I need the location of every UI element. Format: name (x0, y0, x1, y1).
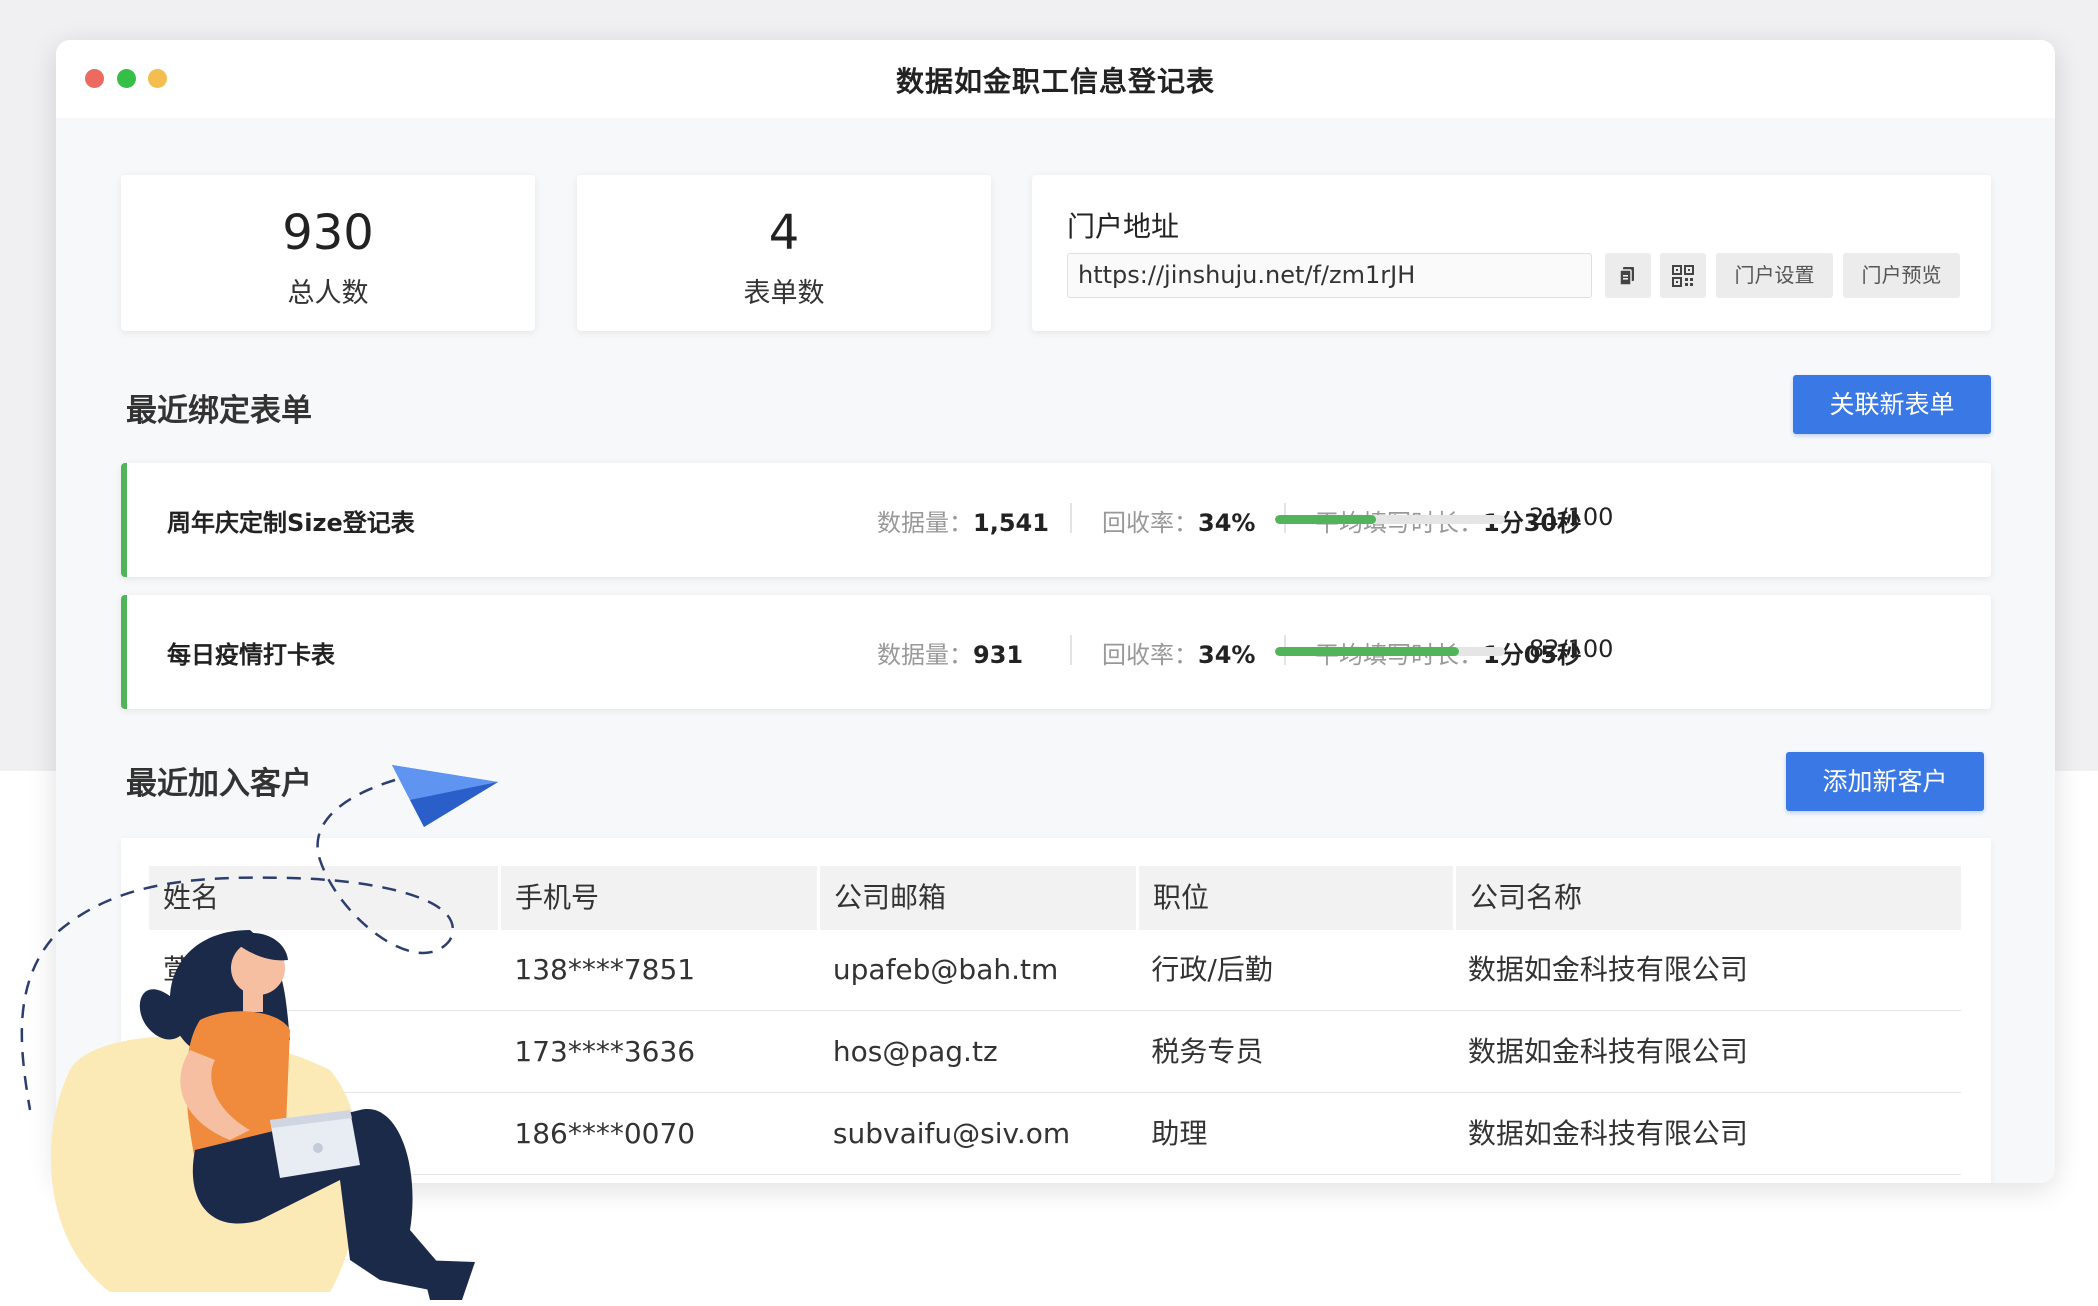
cell-name (149, 1012, 497, 1092)
add-new-customer-button[interactable]: 添加新客户 (1786, 752, 1984, 811)
table-row[interactable]: 萱明 138****7851 upafeb@bah.tm 行政/后勤 数据如金科… (149, 930, 1961, 1011)
portal-url-field[interactable]: https://jinshuju.net/f/zm1rJH (1067, 253, 1592, 298)
column-header-phone[interactable]: 手机号 (501, 866, 817, 930)
cell-phone: 186****0070 (514, 1117, 696, 1150)
column-header-name[interactable]: 姓名 (149, 866, 498, 930)
divider (1070, 503, 1072, 533)
qrcode-icon (1672, 264, 1694, 287)
table-row[interactable]: 173****3636 hos@pag.tz 税务专员 数据如金科技有限公司 (149, 1012, 1961, 1093)
qrcode-button[interactable] (1660, 253, 1706, 298)
cell-name: 萱明 (163, 953, 220, 986)
cell-email: subvaifu@siv.om (832, 1117, 1071, 1150)
stat-card-total-people: 930 总人数 (121, 175, 535, 331)
recent-customers-title: 最近加入客户 (126, 766, 312, 802)
stat-label: 表单数 (743, 278, 825, 309)
form-name: 每日疫情打卡表 (167, 641, 335, 669)
cell-phone: 138****7851 (514, 953, 696, 986)
column-header-company[interactable]: 公司名称 (1456, 866, 1961, 930)
column-header-email[interactable]: 公司邮箱 (820, 866, 1136, 930)
table-header: 姓名 手机号 公司邮箱 职位 公司名称 (149, 866, 1961, 930)
title-bar: 数据如金职工信息登记表 (56, 40, 2055, 118)
cell-email: hos@pag.tz (832, 1035, 998, 1068)
cell-position: 税务专员 (1151, 1035, 1264, 1068)
cell-name (149, 1094, 497, 1174)
progress-fill (1275, 515, 1377, 524)
form-row[interactable]: 每日疫情打卡表 数据量：931 回收率：34% 平均填写时长：1分05秒 82/… (121, 595, 1991, 709)
form-row[interactable]: 周年庆定制Size登记表 数据量：1,541 回收率：34% 平均填写时长：1分… (121, 463, 1991, 577)
column-header-position[interactable]: 职位 (1139, 866, 1453, 930)
progress-bar (1275, 515, 1505, 524)
cell-company: 数据如金科技有限公司 (1467, 953, 1748, 986)
progress-bar (1275, 647, 1505, 656)
portal-settings-button[interactable]: 门户设置 (1716, 253, 1833, 298)
divider (1070, 635, 1072, 665)
cell-company: 数据如金科技有限公司 (1467, 1117, 1748, 1150)
stat-value: 4 (768, 205, 800, 261)
recovery-rate-metric: 回收率：34% (1102, 641, 1256, 669)
recent-forms-title: 最近绑定表单 (126, 393, 312, 429)
recovery-rate-metric: 回收率：34% (1102, 509, 1256, 537)
cell-position: 行政/后勤 (1151, 953, 1273, 986)
portal-card: 门户地址 https://jinshuju.net/f/zm1rJH 门户设置 … (1032, 175, 1991, 331)
progress-text: 82/100 (1529, 635, 1614, 663)
link-new-form-button[interactable]: 关联新表单 (1793, 375, 1991, 434)
progress-text: 21/100 (1529, 503, 1614, 531)
cell-position: 助理 (1151, 1117, 1208, 1150)
table-row[interactable]: 186****0070 subvaifu@siv.om 助理 数据如金科技有限公… (149, 1094, 1961, 1175)
data-count-metric: 数据量：1,541 (877, 509, 1049, 537)
cell-company: 数据如金科技有限公司 (1467, 1035, 1748, 1068)
progress-fill (1275, 647, 1459, 656)
data-count-metric: 数据量：931 (877, 641, 1024, 669)
form-name: 周年庆定制Size登记表 (167, 509, 415, 537)
copy-url-button[interactable] (1605, 253, 1651, 298)
stat-card-form-count: 4 表单数 (577, 175, 991, 331)
portal-preview-button[interactable]: 门户预览 (1843, 253, 1960, 298)
cell-phone: 173****3636 (514, 1035, 696, 1068)
stat-label: 总人数 (287, 278, 369, 309)
stat-value: 930 (282, 205, 374, 261)
app-window: 数据如金职工信息登记表 930 总人数 4 表单数 门户地址 https://j… (56, 40, 2055, 1183)
customer-table: 姓名 手机号 公司邮箱 职位 公司名称 萱明 138****7851 upafe… (121, 838, 1991, 1183)
cell-email: upafeb@bah.tm (832, 953, 1059, 986)
window-title: 数据如金职工信息登记表 (895, 65, 1215, 98)
portal-title: 门户地址 (1067, 210, 1180, 243)
copy-icon (1619, 266, 1634, 286)
